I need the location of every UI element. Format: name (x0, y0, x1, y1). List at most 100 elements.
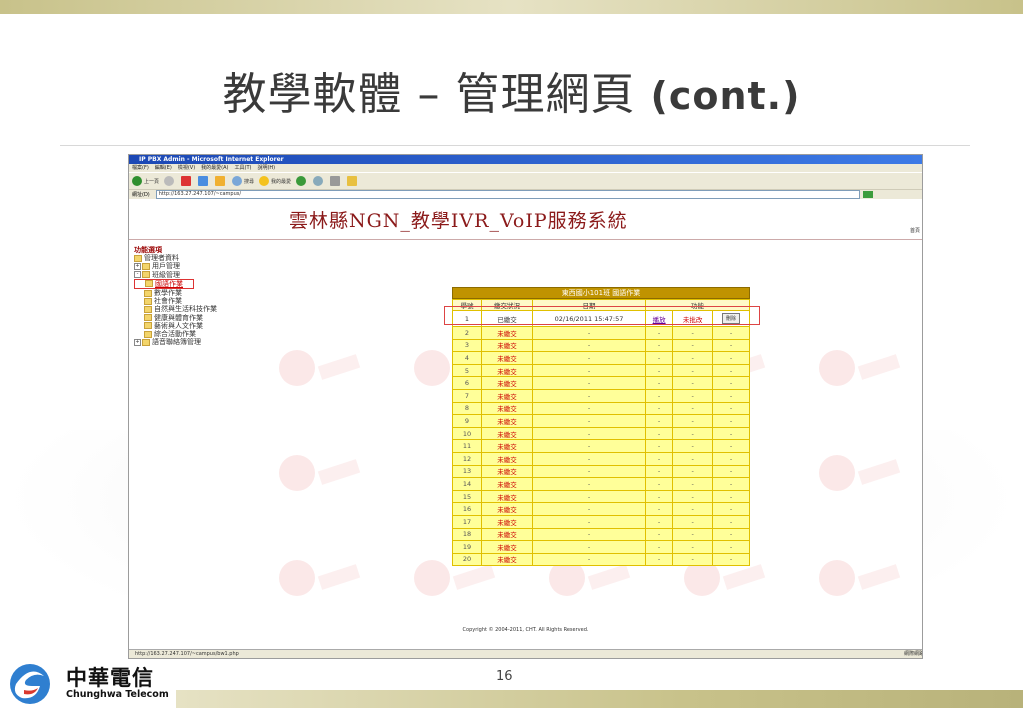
history-button[interactable] (296, 176, 308, 186)
grading-state-cell: - (672, 338, 714, 353)
table-row: 11 未繳交 - - - - (452, 439, 750, 453)
date-cell: - (532, 414, 646, 428)
student-id-cell: 13 (452, 464, 482, 479)
mail-button[interactable] (313, 176, 325, 186)
menu-item[interactable]: 我的最愛(A) (201, 165, 228, 171)
delete-cell: - (712, 338, 750, 353)
delete-cell: - (712, 326, 750, 340)
search-button[interactable]: 搜尋 (232, 176, 254, 186)
address-label: 網址(D) (132, 192, 150, 198)
sidebar-item[interactable]: 自然與生活科技作業 (134, 305, 254, 313)
sidebar-item[interactable]: 藝術與人文作業 (134, 322, 254, 330)
student-id-cell: 17 (452, 514, 482, 529)
expand-icon[interactable]: + (134, 262, 141, 270)
site-title: 雲林縣NGN_教學IVR_VoIP服務系統 (289, 210, 628, 232)
grading-state-cell: - (672, 552, 714, 567)
delete-cell[interactable]: 刪除 (712, 310, 750, 327)
student-id-cell: 4 (452, 351, 482, 365)
forward-button[interactable] (164, 176, 176, 186)
sidebar-item[interactable]: - 班級管理 (134, 271, 254, 279)
sidebar-item[interactable]: + 用戶管理 (134, 262, 254, 270)
sidebar-item[interactable]: 健康與體育作業 (134, 314, 254, 322)
status-url: http://163.27.247.107/~campus/bw1.php (135, 651, 239, 657)
favorites-button[interactable]: 我的最愛 (259, 176, 291, 186)
menu-item[interactable]: 檢視(V) (178, 165, 195, 171)
status-cell: 未繳交 (481, 514, 533, 529)
table-row: 12 未繳交 - - - - (452, 451, 750, 466)
student-id-cell: 9 (452, 414, 482, 428)
menu-item[interactable]: 說明(H) (257, 165, 275, 171)
status-cell: 已繳交 (481, 310, 533, 327)
history-icon (296, 176, 307, 186)
home-icon (215, 176, 226, 186)
table-header-row: 學號 繳交狀況 日期 功能 (452, 299, 750, 311)
status-cell: 未繳交 (481, 401, 533, 416)
sidebar-item[interactable]: 數學作業 (134, 289, 254, 297)
watermark-logo (279, 350, 315, 386)
play-cell: - (644, 363, 674, 378)
sidebar-item-label: 綜合活動作業 (154, 330, 196, 339)
delete-cell: - (712, 489, 750, 504)
date-cell: - (532, 376, 646, 390)
table-row: 1 已繳交 02/16/2011 15:47:57 播放 未批改 刪除 (452, 310, 750, 327)
sidebar-item-label: 管理者資料 (144, 254, 179, 263)
menu-item[interactable]: 檔案(F) (132, 165, 149, 171)
table-row: 15 未繳交 - - - - (452, 489, 750, 504)
page-content: 功能選項 管理者資料 + 用戶管理 - 班級管理 國語作業 數學作業 社會作業 自然與生活科技作… (129, 240, 922, 640)
grading-state-cell: - (672, 477, 714, 491)
play-cell[interactable]: 播放 (644, 310, 674, 327)
sidebar-item[interactable]: + 語音聯絡簿管理 (134, 338, 254, 346)
home-button[interactable] (215, 176, 227, 186)
play-cell: - (644, 426, 674, 441)
watermark-logo (819, 455, 855, 491)
student-id-cell: 14 (452, 477, 482, 491)
play-cell: - (644, 514, 674, 529)
grading-state-cell: - (672, 363, 714, 378)
sidebar-item-label: 健康與體育作業 (154, 313, 203, 322)
print-button[interactable] (330, 176, 342, 186)
table-row: 3 未繳交 - - - - (452, 338, 750, 353)
column-header-status: 繳交狀況 (481, 299, 533, 311)
window-title-bar: IP PBX Admin - Microsoft Internet Explor… (129, 155, 922, 164)
grading-state-cell: - (672, 388, 714, 403)
grading-state-cell: 未批改 (672, 310, 714, 327)
folder-icon (145, 280, 153, 288)
sidebar-item[interactable]: 綜合活動作業 (134, 330, 254, 338)
date-cell: - (532, 527, 646, 542)
status-cell: 未繳交 (481, 464, 533, 479)
address-input[interactable]: http://163.27.247.107/~campus/ (155, 190, 860, 199)
page-number: 16 (496, 669, 513, 684)
menu-item[interactable]: 工具(T) (235, 165, 252, 171)
play-cell: - (644, 388, 674, 403)
menu-item[interactable]: 編輯(E) (155, 165, 172, 171)
grading-state-cell: - (672, 401, 714, 416)
table-row: 20 未繳交 - - - - (452, 552, 750, 567)
play-cell: - (644, 451, 674, 466)
watermark-logo (819, 560, 855, 596)
status-cell: 未繳交 (481, 540, 533, 554)
folder-button[interactable] (347, 176, 359, 186)
go-button[interactable] (862, 191, 873, 198)
stop-button[interactable] (181, 176, 193, 186)
home-link[interactable]: 首頁 (910, 227, 920, 234)
sidebar-item-label: 自然與生活科技作業 (154, 305, 217, 314)
back-button[interactable]: 上一頁 (132, 176, 159, 186)
play-cell: - (644, 351, 674, 365)
status-cell: 未繳交 (481, 477, 533, 491)
delete-cell: - (712, 426, 750, 441)
sidebar-item[interactable]: 國語作業 (134, 278, 194, 290)
collapse-icon[interactable]: - (134, 271, 141, 279)
folder-icon (144, 289, 152, 297)
folder-icon (144, 305, 152, 313)
expand-icon[interactable]: + (134, 338, 141, 346)
play-cell: - (644, 414, 674, 428)
status-cell: 未繳交 (481, 552, 533, 567)
student-id-cell: 12 (452, 451, 482, 466)
status-cell: 未繳交 (481, 338, 533, 353)
delete-button[interactable]: 刪除 (722, 313, 741, 324)
grade-table: 學號 繳交狀況 日期 功能 1 已繳交 02/16/2011 15:47:57 播放未… (452, 299, 750, 567)
refresh-button[interactable] (198, 176, 210, 186)
student-id-cell: 15 (452, 489, 482, 504)
student-id-cell: 8 (452, 401, 482, 416)
table-row: 9 未繳交 - - - - (452, 414, 750, 428)
